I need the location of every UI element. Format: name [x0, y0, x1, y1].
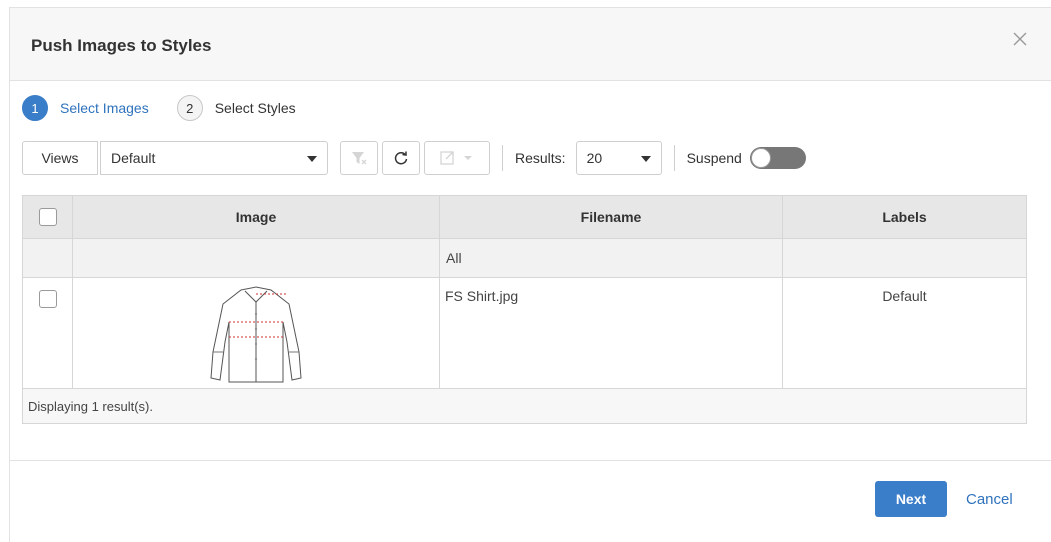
- grid-status: Displaying 1 result(s).: [23, 389, 1026, 423]
- suspend-label: Suspend: [686, 150, 742, 166]
- step-1-label[interactable]: Select Images: [60, 100, 149, 116]
- row-checkbox[interactable]: [38, 290, 57, 308]
- filename-cell: FS Shirt.jpg: [440, 278, 783, 388]
- grid-toolbar: Views Default Results: 20 Suspend: [22, 140, 806, 176]
- chevron-down-icon: [640, 156, 651, 162]
- toggle-knob: [750, 148, 771, 168]
- footer-divider: [9, 460, 1051, 461]
- views-button[interactable]: Views: [22, 141, 98, 175]
- refresh-button[interactable]: [382, 141, 420, 175]
- column-header-labels[interactable]: Labels: [783, 196, 1026, 238]
- wizard-steps: 1 Select Images 2 Select Styles: [22, 93, 324, 123]
- export-icon: [440, 151, 472, 165]
- images-grid: Image Filename Labels All FS Shirt.jpg D…: [22, 195, 1027, 424]
- export-button[interactable]: [424, 141, 490, 175]
- labels-cell: Default: [882, 288, 927, 304]
- cancel-link[interactable]: Cancel: [966, 491, 1013, 508]
- column-header-image[interactable]: Image: [73, 196, 440, 238]
- labels-filter[interactable]: [783, 239, 1026, 277]
- image-cell: [73, 278, 440, 388]
- filter-cell-image: [73, 239, 440, 277]
- suspend-toggle[interactable]: [749, 147, 806, 169]
- step-2-label[interactable]: Select Styles: [215, 100, 296, 116]
- filter-row: All: [23, 239, 1026, 278]
- results-label: Results:: [515, 150, 566, 166]
- results-select-value: 20: [586, 150, 603, 166]
- dialog-header: Push Images to Styles: [10, 8, 1051, 81]
- clear-filter-icon: [352, 152, 367, 165]
- filter-cell-empty: [23, 239, 73, 277]
- view-select[interactable]: Default: [100, 141, 328, 175]
- select-all-cell: [23, 196, 73, 238]
- toolbar-divider: [502, 145, 503, 171]
- clear-filter-button[interactable]: [340, 141, 378, 175]
- refresh-icon: [394, 151, 408, 165]
- select-all-checkbox[interactable]: [38, 208, 57, 226]
- filename-filter[interactable]: All: [440, 239, 783, 277]
- view-select-value: Default: [111, 150, 156, 166]
- step-1-indicator: 1: [22, 95, 48, 121]
- toolbar-divider: [673, 145, 675, 171]
- column-header-filename[interactable]: Filename: [440, 196, 783, 238]
- chevron-down-icon: [307, 156, 317, 162]
- grid-header: Image Filename Labels: [23, 196, 1026, 239]
- results-per-page-select[interactable]: 20: [575, 141, 662, 175]
- next-button[interactable]: Next: [875, 481, 947, 517]
- shirt-thumbnail-icon: [210, 286, 302, 383]
- step-2-indicator: 2: [176, 95, 203, 121]
- table-row[interactable]: FS Shirt.jpg Default: [23, 278, 1026, 389]
- close-icon[interactable]: [1011, 30, 1029, 48]
- dialog-title: Push Images to Styles: [31, 36, 212, 55]
- row-select-cell: [23, 278, 73, 388]
